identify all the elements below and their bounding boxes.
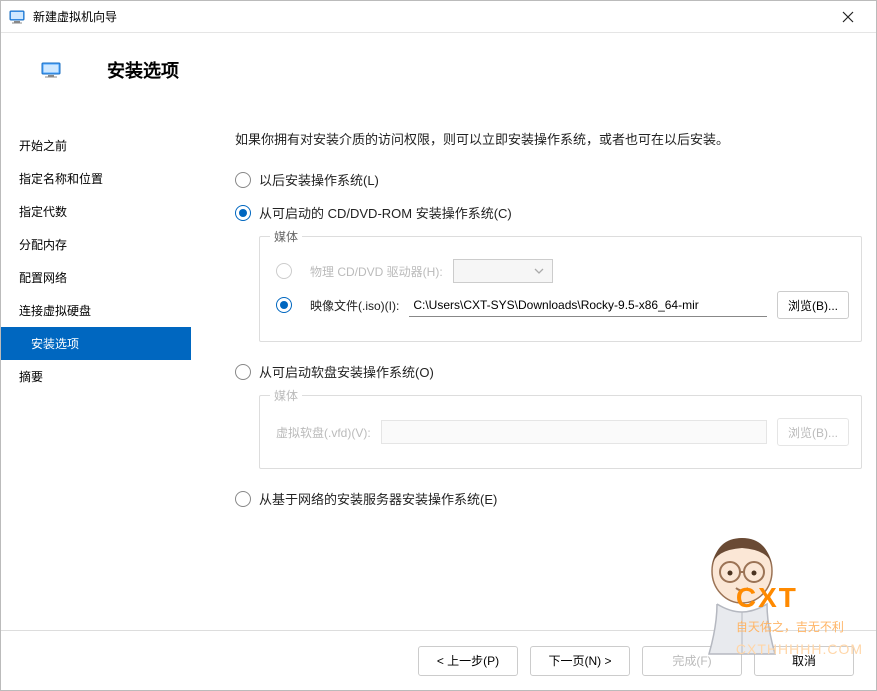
step-memory[interactable]: 分配内存	[1, 228, 191, 261]
step-vhd[interactable]: 连接虚拟硬盘	[1, 294, 191, 327]
radio-icon	[235, 364, 251, 380]
next-button[interactable]: 下一页(N) >	[530, 646, 630, 676]
media-group: 媒体 物理 CD/DVD 驱动器(H): 映像文件(.iso)(I): 浏览(B…	[259, 236, 862, 342]
option-physical-drive[interactable]: 物理 CD/DVD 驱动器(H):	[276, 259, 849, 283]
intro-text: 如果你拥有对安装介质的访问权限，则可以立即安装操作系统，或者也可在以后安装。	[235, 129, 862, 148]
floppy-label: 虚拟软盘(.vfd)(V):	[276, 424, 371, 441]
group-title: 媒体	[270, 228, 302, 245]
close-button[interactable]	[828, 2, 868, 32]
browse-floppy-button: 浏览(B)...	[777, 418, 849, 446]
titlebar: 新建虚拟机向导	[1, 1, 876, 33]
chevron-down-icon	[534, 268, 544, 274]
steps-sidebar: 开始之前 指定名称和位置 指定代数 分配内存 配置网络 连接虚拟硬盘 安装选项 …	[1, 107, 191, 630]
close-icon	[842, 11, 854, 23]
option-iso-file[interactable]: 映像文件(.iso)(I): 浏览(B)...	[276, 291, 849, 319]
step-name-location[interactable]: 指定名称和位置	[1, 162, 191, 195]
option-label: 以后安装操作系统(L)	[259, 170, 379, 189]
app-icon	[9, 9, 25, 25]
option-label: 物理 CD/DVD 驱动器(H):	[310, 263, 443, 280]
window-title: 新建虚拟机向导	[33, 8, 828, 25]
browse-iso-button[interactable]: 浏览(B)...	[777, 291, 849, 319]
option-install-network[interactable]: 从基于网络的安装服务器安装操作系统(E)	[235, 489, 862, 508]
radio-icon	[235, 491, 251, 507]
page-title: 安装选项	[107, 57, 179, 83]
radio-icon	[235, 172, 251, 188]
option-label: 从可启动的 CD/DVD-ROM 安装操作系统(C)	[259, 203, 512, 222]
step-generation[interactable]: 指定代数	[1, 195, 191, 228]
wizard-header: 安装选项	[1, 33, 876, 107]
option-install-later[interactable]: 以后安装操作系统(L)	[235, 170, 862, 189]
iso-path-input[interactable]	[409, 293, 767, 317]
header-icon	[41, 62, 61, 78]
wizard-body: 开始之前 指定名称和位置 指定代数 分配内存 配置网络 连接虚拟硬盘 安装选项 …	[1, 107, 876, 630]
prev-button[interactable]: < 上一步(P)	[418, 646, 518, 676]
wizard-window: 新建虚拟机向导 安装选项 开始之前 指定名称和位置 指定代数 分配内存 配置网络…	[0, 0, 877, 691]
cancel-button[interactable]: 取消	[754, 646, 854, 676]
group-title: 媒体	[270, 387, 302, 404]
option-label: 从基于网络的安装服务器安装操作系统(E)	[259, 489, 497, 508]
option-install-cd[interactable]: 从可启动的 CD/DVD-ROM 安装操作系统(C)	[235, 203, 862, 222]
physical-drive-dropdown	[453, 259, 553, 283]
radio-icon	[235, 205, 251, 221]
option-label: 映像文件(.iso)(I):	[310, 297, 399, 314]
option-install-floppy[interactable]: 从可启动软盘安装操作系统(O)	[235, 362, 862, 381]
step-before-begin[interactable]: 开始之前	[1, 129, 191, 162]
step-install-options[interactable]: 安装选项	[1, 327, 191, 360]
option-label: 从可启动软盘安装操作系统(O)	[259, 362, 434, 381]
step-summary[interactable]: 摘要	[1, 360, 191, 393]
radio-icon	[276, 263, 292, 279]
floppy-row: 虚拟软盘(.vfd)(V): 浏览(B)...	[276, 418, 849, 446]
floppy-path-input	[381, 420, 767, 444]
content-panel: 如果你拥有对安装介质的访问权限，则可以立即安装操作系统，或者也可在以后安装。 以…	[191, 107, 876, 630]
floppy-group: 媒体 虚拟软盘(.vfd)(V): 浏览(B)...	[259, 395, 862, 469]
radio-icon	[276, 297, 292, 313]
finish-button: 完成(F)	[642, 646, 742, 676]
step-network[interactable]: 配置网络	[1, 261, 191, 294]
wizard-footer: < 上一步(P) 下一页(N) > 完成(F) 取消	[1, 630, 876, 690]
